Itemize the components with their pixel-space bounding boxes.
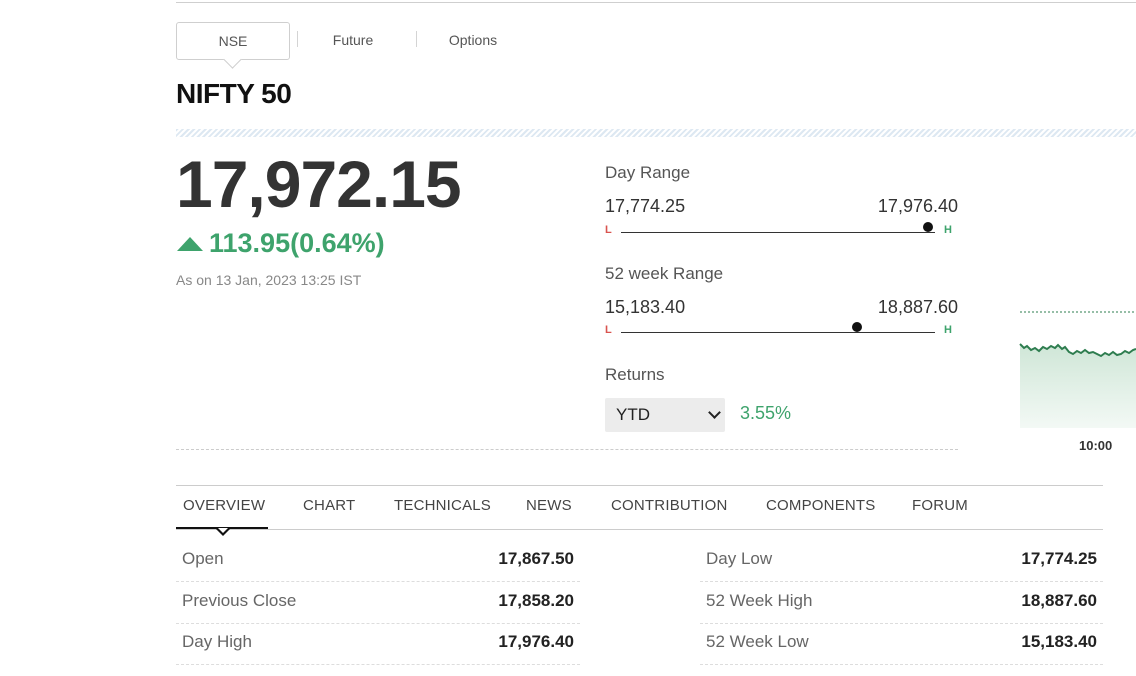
- current-price: 17,972.15: [176, 147, 462, 221]
- stat-value: 17,867.50: [498, 549, 574, 568]
- tab-separator: [297, 31, 298, 47]
- week52-range-high: 18,887.60: [877, 297, 958, 317]
- as-on-timestamp: As on 13 Jan, 2023 13:25 IST: [176, 272, 362, 288]
- stat-value: 17,858.20: [498, 591, 574, 610]
- week52-range-indicator: [852, 322, 863, 332]
- chart-time-label: 10:00: [1079, 438, 1113, 453]
- page: NSE Future Options NIFTY 50 17,972.15 11…: [0, 0, 1136, 676]
- stat-value: 15,183.40: [1021, 632, 1097, 651]
- tab-forum[interactable]: FORUM: [912, 497, 968, 514]
- stat-label: Open: [182, 549, 224, 568]
- day-range-label: Day Range: [605, 163, 691, 182]
- high-marker: H: [944, 324, 952, 336]
- stat-row: Open 17,867.50: [176, 540, 580, 582]
- low-marker: L: [605, 224, 612, 236]
- tab-chart[interactable]: CHART: [303, 497, 355, 514]
- week52-range-label: 52 week Range: [605, 264, 724, 283]
- returns-label: Returns: [605, 365, 665, 384]
- stat-value: 17,976.40: [498, 632, 574, 651]
- stat-value: 18,887.60: [1021, 591, 1097, 610]
- stat-row: Day High 17,976.40: [176, 623, 580, 665]
- stat-label: Day Low: [706, 549, 773, 568]
- tab-news[interactable]: NEWS: [526, 497, 572, 514]
- day-range-high: 17,976.40: [877, 196, 958, 216]
- day-range-indicator: [923, 222, 934, 232]
- chevron-down-icon: [708, 406, 721, 419]
- week52-range-bar: [621, 332, 935, 333]
- tab-separator: [416, 31, 417, 47]
- tab-future[interactable]: Future: [316, 22, 390, 58]
- stat-label: Day High: [182, 632, 252, 651]
- returns-period-select[interactable]: YTD: [605, 398, 725, 432]
- tabs-bottom-border: [176, 529, 1103, 530]
- top-divider: [176, 2, 1136, 3]
- week52-range-low: 15,183.40: [605, 297, 686, 317]
- stat-row: 52 Week Low 15,183.40: [700, 623, 1103, 665]
- high-marker: H: [944, 224, 952, 236]
- change-value: 113.95(0.64%): [209, 228, 385, 258]
- stat-value: 17,774.25: [1021, 549, 1097, 568]
- stat-row: Day Low 17,774.25: [700, 540, 1103, 582]
- dashed-divider: [176, 449, 958, 450]
- hatched-divider: [176, 129, 1136, 137]
- stat-label: 52 Week Low: [706, 632, 809, 651]
- active-tab-caret-icon: [216, 528, 230, 536]
- up-arrow-icon: [177, 236, 203, 251]
- intraday-mini-chart[interactable]: [1018, 308, 1136, 430]
- tab-options[interactable]: Options: [436, 22, 510, 58]
- tabs-top-border: [176, 485, 1103, 486]
- returns-period-value: YTD: [616, 405, 650, 424]
- index-title: NIFTY 50: [176, 78, 292, 109]
- stat-row: Previous Close 17,858.20: [176, 582, 580, 624]
- stat-row: 52 Week High 18,887.60: [700, 582, 1103, 624]
- low-marker: L: [605, 324, 612, 336]
- tab-components[interactable]: COMPONENTS: [766, 497, 876, 514]
- stat-label: 52 Week High: [706, 591, 813, 610]
- chart-area-fill: [1020, 344, 1136, 428]
- tab-technicals[interactable]: TECHNICALS: [394, 497, 491, 514]
- day-range-bar: [621, 232, 935, 233]
- tab-nse[interactable]: NSE: [176, 22, 290, 60]
- price-change: 113.95(0.64%): [176, 228, 385, 259]
- tab-contribution[interactable]: CONTRIBUTION: [611, 497, 728, 514]
- day-range-low: 17,774.25: [605, 196, 686, 216]
- returns-value: 3.55%: [740, 403, 792, 423]
- stat-label: Previous Close: [182, 591, 297, 610]
- tab-overview[interactable]: OVERVIEW: [183, 497, 265, 514]
